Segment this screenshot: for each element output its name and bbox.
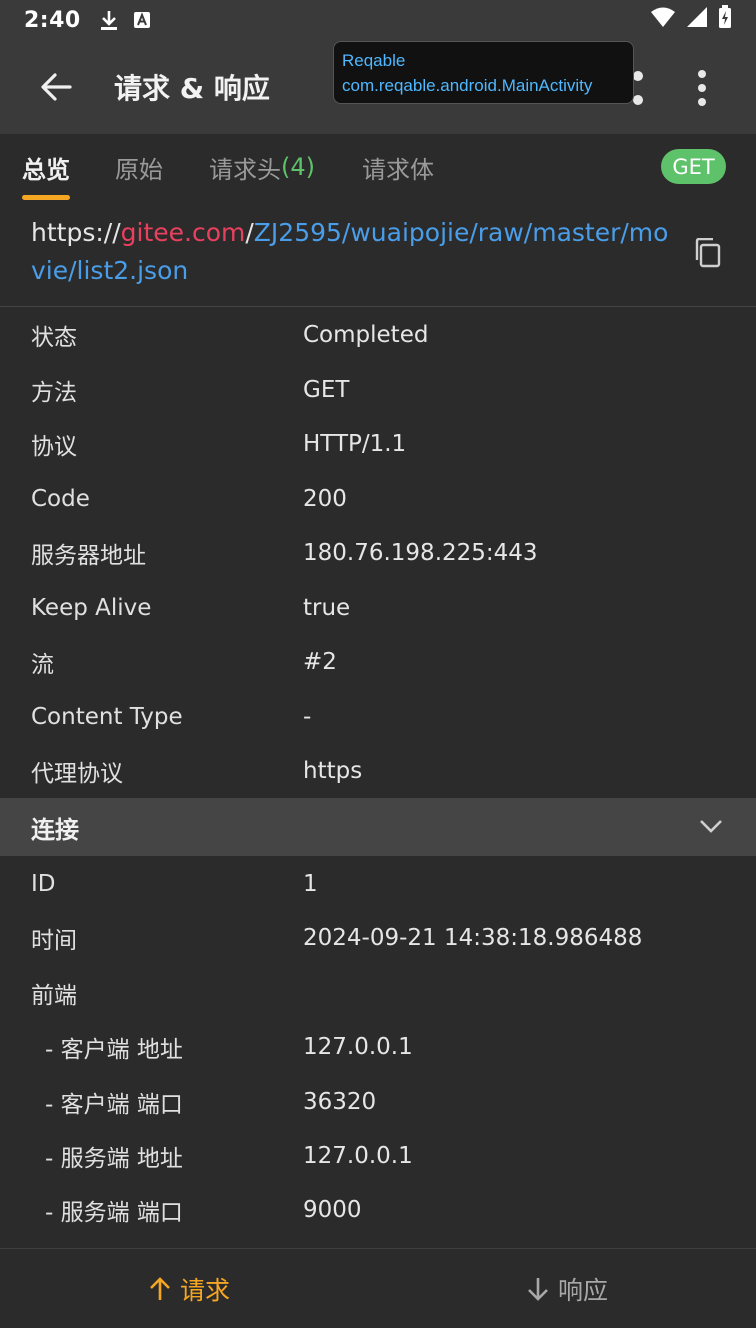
response-button[interactable]: 响应 [378, 1249, 756, 1328]
info-key: 时间 [31, 928, 77, 954]
info-key: - 服务端 地址 [45, 1146, 183, 1172]
info-value: - [303, 704, 312, 730]
info-row-content-type: Content Type - [0, 690, 756, 744]
info-row-server-address: 服务器地址 180.76.198.225:443 [0, 526, 756, 580]
response-label: 响应 [557, 1276, 608, 1305]
info-row-proxy-protocol: 代理协议 https [0, 744, 756, 798]
info-row-status: 状态 Completed [0, 308, 756, 362]
info-row-stream: 流 #2 [0, 635, 756, 689]
info-key: 代理协议 [31, 761, 123, 787]
info-value: 9000 [303, 1197, 362, 1223]
tooltip-activity: com.reqable.android.MainActivity [342, 76, 593, 95]
info-value: 200 [303, 486, 347, 512]
tab-label: 总览 [22, 155, 70, 184]
download-icon [99, 9, 119, 31]
tab-label: 请求体 [362, 155, 434, 184]
status-time: 2:40 [24, 7, 81, 33]
info-key: - 客户端 端口 [45, 1092, 183, 1118]
info-value: 1 [303, 871, 318, 897]
info-row-client-address: - 客户端 地址 127.0.0.1 [0, 1020, 756, 1074]
request-button[interactable]: 请求 [0, 1249, 378, 1328]
info-row-client-port: - 客户端 端口 36320 [0, 1075, 756, 1129]
bottom-bar: 请求 响应 [0, 1248, 756, 1328]
tab-label: 原始 [115, 155, 163, 184]
back-button[interactable] [16, 40, 96, 134]
connection-section-header[interactable]: 连接 [0, 798, 756, 856]
info-key: 前端 [31, 983, 77, 1009]
battery-icon [718, 5, 732, 35]
info-value: 36320 [303, 1089, 377, 1115]
tooltip-app-name: Reqable [342, 51, 406, 70]
tab-raw[interactable]: 原始 [115, 134, 163, 200]
method-badge: GET [661, 149, 726, 184]
more-vert-icon-dot [698, 84, 706, 92]
tab-request-body[interactable]: 请求体 [362, 134, 434, 200]
arrow-down-icon [528, 1278, 548, 1301]
info-row-time: 时间 2024-09-21 14:38:18.986488 [0, 911, 756, 965]
info-row-server-address-local: - 服务端 地址 127.0.0.1 [0, 1129, 756, 1183]
info-key: - 客户端 地址 [45, 1037, 183, 1063]
info-key: 流 [31, 652, 54, 678]
url-host: gitee.com [120, 218, 246, 247]
info-value: https [303, 758, 363, 784]
info-value: true [303, 595, 351, 621]
tab-label: 请求头 [209, 155, 281, 184]
info-key: Keep Alive [31, 595, 152, 621]
more-options-button[interactable] [690, 70, 714, 106]
info-row-server-port: - 服务端 端口 9000 [0, 1183, 756, 1237]
request-url[interactable]: https://gitee.com/ZJ2595/wuaipojie/raw/m… [31, 214, 671, 290]
info-row-keep-alive: Keep Alive true [0, 581, 756, 635]
status-right-icons [650, 5, 732, 35]
info-key: 协议 [31, 434, 77, 460]
info-key: - 服务端 端口 [45, 1200, 183, 1226]
tab-request-headers[interactable]: 请求头 (4) [209, 134, 315, 200]
chevron-down-icon [700, 820, 722, 833]
info-row-id: ID 1 [0, 857, 756, 911]
info-key: ID [31, 871, 56, 897]
signal-icon [686, 6, 708, 34]
arrow-up-icon [150, 1277, 170, 1300]
info-key: 服务器地址 [31, 543, 146, 569]
info-key: Code [31, 486, 90, 512]
copy-icon [695, 237, 721, 268]
url-separator: / [245, 218, 254, 247]
arrow-left-icon [41, 73, 72, 101]
info-key: Content Type [31, 704, 183, 730]
info-value: 127.0.0.1 [303, 1034, 413, 1060]
info-key: 状态 [31, 325, 77, 351]
info-value: Completed [303, 322, 429, 348]
tab-count: (4) [281, 153, 315, 181]
info-value: HTTP/1.1 [303, 431, 407, 457]
url-scheme: https:// [31, 218, 121, 247]
info-value: 2024-09-21 14:38:18.986488 [303, 925, 643, 951]
app-notification-icon [133, 11, 151, 29]
activity-tooltip: Reqable com.reqable.android.MainActivity [333, 41, 634, 104]
info-value: 127.0.0.1 [303, 1143, 413, 1169]
more-vert-icon-dot [698, 70, 706, 78]
request-label: 请求 [179, 1276, 230, 1305]
tab-bar: 总览 原始 请求头 (4) 请求体 [0, 134, 756, 200]
info-value: #2 [303, 649, 337, 675]
copy-url-button[interactable] [694, 237, 722, 272]
info-row-method: 方法 GET [0, 363, 756, 417]
info-row-frontend: 前端 [0, 966, 756, 1020]
wifi-icon [650, 6, 676, 34]
more-vert-icon-dot [698, 98, 706, 106]
info-row-protocol: 协议 HTTP/1.1 [0, 417, 756, 471]
url-section: https://gitee.com/ZJ2595/wuaipojie/raw/m… [0, 200, 756, 307]
status-bar: 2:40 [0, 0, 756, 40]
info-value: 180.76.198.225:443 [303, 540, 538, 566]
info-row-code: Code 200 [0, 472, 756, 526]
section-title: 连接 [31, 815, 79, 844]
info-key: 方法 [31, 380, 77, 406]
tab-overview[interactable]: 总览 [22, 134, 70, 200]
info-value: GET [303, 377, 350, 403]
page-title: 请求 & 响应 [114, 72, 270, 105]
